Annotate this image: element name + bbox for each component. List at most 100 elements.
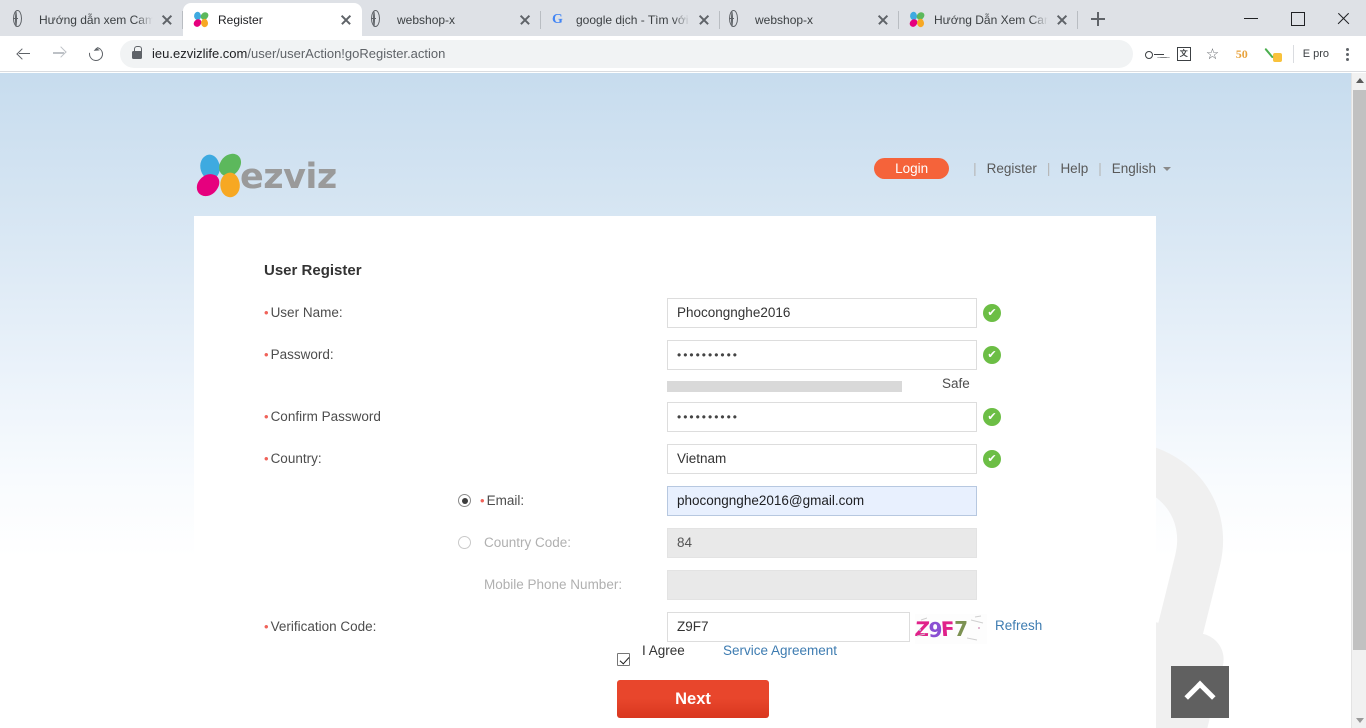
window-close-button[interactable] [1320, 0, 1366, 36]
nav-register-link[interactable]: Register [987, 161, 1037, 176]
email-input[interactable]: phocongnghe2016@gmail.com [667, 486, 977, 516]
password-key-icon[interactable] [1139, 39, 1169, 69]
window-controls [1228, 0, 1366, 36]
mobile-radio[interactable] [458, 536, 471, 549]
password-input[interactable]: •••••••••• [667, 340, 977, 370]
login-button[interactable]: Login [874, 158, 950, 179]
chevron-down-icon[interactable] [1163, 166, 1171, 171]
page-viewport: ezviz Login | Register | Help | English … [0, 73, 1366, 728]
minimize-button[interactable] [1228, 0, 1274, 36]
tab-title: webshop-x [397, 12, 456, 27]
bookmark-star-icon[interactable]: ☆ [1199, 39, 1229, 69]
password-strength-row: Safe [194, 376, 1156, 393]
nav-divider: | [973, 161, 977, 176]
toolbar-icons: 文 ☆ 50 E pro [1139, 39, 1360, 69]
browser-tab-6[interactable]: Hướng Dẫn Xem Came [899, 3, 1078, 36]
kebab-menu-icon[interactable] [1334, 39, 1360, 69]
google-icon: G [552, 11, 563, 27]
field-row-confirm-password: • Confirm Password •••••••••• ✔ [194, 402, 1156, 432]
back-button[interactable] [9, 39, 39, 69]
next-button[interactable]: Next [617, 680, 769, 718]
address-bar[interactable]: ieu.ezvizlife.com/user/userAction!goRegi… [120, 39, 1133, 68]
profile-label[interactable]: E pro [1298, 48, 1334, 60]
password-strength-bar [667, 380, 902, 392]
mobile-phone-input [667, 570, 977, 600]
close-icon[interactable] [517, 12, 533, 28]
close-icon[interactable] [1054, 12, 1070, 28]
valid-check-icon: ✔ [983, 346, 1001, 364]
page-scrollbar[interactable] [1351, 73, 1366, 728]
browser-window: Hướng dẫn xem Camer Register webshop-x G… [0, 0, 1366, 728]
country-input[interactable]: Vietnam [667, 444, 977, 474]
extension-adblock-icon[interactable]: 50 [1229, 39, 1259, 69]
password-strength-label: Safe [942, 376, 970, 391]
username-input[interactable]: Phocongnghe2016 [667, 298, 977, 328]
browser-tab-4[interactable]: G google dịch - Tìm với G [541, 3, 720, 36]
translate-icon[interactable]: 文 [1169, 39, 1199, 69]
maximize-button[interactable] [1274, 0, 1320, 36]
lock-icon [132, 46, 142, 59]
captcha-refresh-link[interactable]: Refresh [995, 618, 1042, 633]
scrollbar-thumb[interactable] [1353, 90, 1366, 650]
confirm-password-input[interactable]: •••••••••• [667, 402, 977, 432]
new-tab-button[interactable] [1084, 5, 1112, 33]
agree-checkbox[interactable] [617, 653, 630, 666]
country-label: • Country: [264, 451, 322, 466]
browser-tab-1[interactable]: Hướng dẫn xem Camer [4, 3, 183, 36]
tab-title: Hướng dẫn xem Camer [39, 12, 153, 27]
country-code-label: Country Code: [484, 535, 572, 550]
nav-divider: | [1046, 161, 1051, 176]
register-card: User Register • User Name: Phocongnghe201… [194, 216, 1156, 728]
ezviz-icon [908, 10, 926, 28]
agree-label: I Agree [642, 642, 685, 658]
globe-icon [731, 10, 747, 28]
field-row-country-code: Country Code: 84 [194, 528, 1156, 558]
close-icon[interactable] [338, 12, 354, 28]
scrollbar-up-arrow[interactable] [1352, 73, 1366, 88]
forward-button[interactable] [45, 39, 75, 69]
confirm-password-label: • Confirm Password [264, 409, 381, 424]
page-title: User Register [264, 262, 362, 279]
chevron-up-icon [1184, 680, 1216, 712]
globe-icon [373, 10, 389, 28]
tab-title: Hướng Dẫn Xem Came [934, 12, 1048, 27]
logo-wordmark: ezviz [240, 157, 337, 197]
field-row-username: • User Name: Phocongnghe2016 ✔ [194, 298, 1156, 328]
field-row-email: • Email: phocongnghe2016@gmail.com [194, 486, 1156, 516]
captcha-image[interactable]: Z9F7 [915, 614, 987, 644]
close-icon[interactable] [696, 12, 712, 28]
scrollbar-down-arrow[interactable] [1352, 713, 1366, 728]
username-label: • User Name: [264, 305, 343, 320]
country-code-input: 84 [667, 528, 977, 558]
verification-code-input[interactable]: Z9F7 [667, 612, 910, 642]
nav-divider: | [1098, 161, 1102, 176]
close-icon[interactable] [875, 12, 891, 28]
valid-check-icon: ✔ [983, 304, 1001, 322]
close-icon[interactable] [159, 12, 175, 28]
toolbar-divider [1292, 44, 1294, 63]
nav-help-link[interactable]: Help [1060, 161, 1088, 176]
service-agreement-link[interactable]: Service Agreement [723, 643, 837, 658]
field-row-verification-code: • Verification Code: Z9F7 Z9F7 Refresh [194, 612, 1156, 644]
browser-tab-5[interactable]: webshop-x [720, 3, 899, 36]
mobile-phone-label: Mobile Phone Number: [484, 577, 623, 592]
url-host: ieu.ezvizlife.com [152, 46, 248, 61]
globe-icon [15, 10, 31, 28]
email-label: • Email: [480, 493, 525, 508]
site-top-nav: Login | Register | Help | English [874, 158, 1171, 179]
tab-title: webshop-x [755, 12, 814, 27]
tab-strip: Hướng dẫn xem Camer Register webshop-x G… [0, 0, 1366, 36]
browser-toolbar: ieu.ezvizlife.com/user/userAction!goRegi… [0, 36, 1366, 72]
verification-code-label: • Verification Code: [264, 619, 377, 634]
extension-eyedropper-icon[interactable] [1259, 39, 1289, 69]
browser-tab-3[interactable]: webshop-x [362, 3, 541, 36]
site-header [0, 73, 1351, 145]
scroll-to-top-button[interactable] [1171, 666, 1229, 718]
nav-language-selector[interactable]: English [1112, 161, 1156, 176]
browser-tab-2-active[interactable]: Register [183, 3, 362, 36]
password-label: • Password: [264, 347, 334, 362]
reload-button[interactable] [81, 39, 111, 69]
tab-title: Register [218, 12, 263, 27]
page-background: ezviz Login | Register | Help | English … [0, 73, 1351, 728]
email-radio[interactable] [458, 494, 471, 507]
